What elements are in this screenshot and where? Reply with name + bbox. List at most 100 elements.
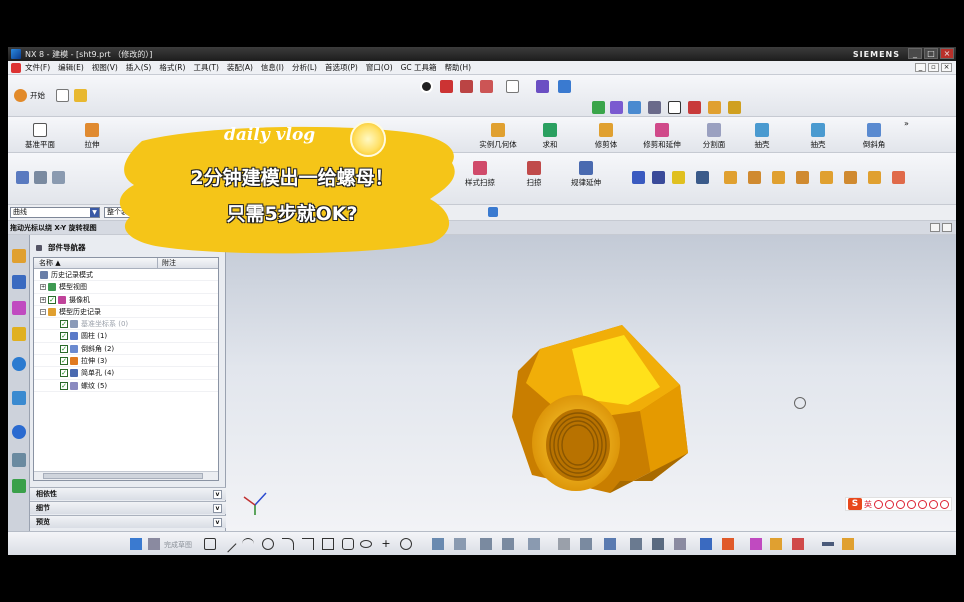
checkbox[interactable]: ✓ <box>60 357 68 366</box>
process-studio-icon[interactable] <box>12 479 26 493</box>
synchronous-icon-7[interactable] <box>868 171 881 184</box>
menu-assemblies[interactable]: 装配(A) <box>223 62 257 73</box>
grid-icon[interactable] <box>708 101 721 114</box>
synchronous-icon-2[interactable] <box>748 171 761 184</box>
coordinate-icon[interactable] <box>648 101 661 114</box>
open-file-icon[interactable] <box>74 89 87 102</box>
surface-tool-icon[interactable] <box>632 171 645 184</box>
measure-icon[interactable] <box>610 101 623 114</box>
menu-help[interactable]: 帮助(H) <box>441 62 476 73</box>
arc-icon[interactable] <box>242 538 254 550</box>
thicken-icon[interactable] <box>672 171 685 184</box>
sketch-name-icon[interactable] <box>148 538 160 550</box>
offset-curve-icon[interactable] <box>400 538 412 550</box>
block-icon[interactable] <box>52 171 65 184</box>
sketch-ruler-icon[interactable] <box>842 538 854 550</box>
offset-icon[interactable] <box>696 171 709 184</box>
pin-icon[interactable] <box>36 245 42 251</box>
ime-toolbar[interactable]: S 英 <box>845 497 952 511</box>
trim-icon[interactable] <box>480 538 492 550</box>
pen-icon[interactable] <box>652 171 665 184</box>
navigator-row[interactable]: ✓ 螺纹 (5) <box>34 380 218 392</box>
point-icon[interactable]: + <box>380 538 392 550</box>
hex-nut-model[interactable] <box>512 325 698 505</box>
shell-button-2[interactable]: 抽壳 <box>788 123 848 150</box>
sketch-style-icon[interactable] <box>822 542 834 546</box>
checkbox[interactable]: ✓ <box>48 295 56 304</box>
synchronous-icon-3[interactable] <box>772 171 785 184</box>
synchronous-icon-6[interactable] <box>844 171 857 184</box>
extend-icon[interactable] <box>502 538 514 550</box>
menu-file[interactable]: 文件(F) <box>21 62 54 73</box>
background-icon[interactable] <box>506 80 519 93</box>
close-button[interactable]: × <box>940 48 954 59</box>
system-materials-icon[interactable] <box>12 453 26 467</box>
minimize-button[interactable]: _ <box>908 48 922 59</box>
menu-analysis[interactable]: 分析(L) <box>288 62 321 73</box>
shell-button-1[interactable]: 抽壳 <box>732 123 792 150</box>
history-icon[interactable] <box>12 425 26 439</box>
ime-punctuation-icon[interactable] <box>874 499 883 509</box>
navigator-row[interactable]: + 模型视图 <box>34 281 218 294</box>
checkbox[interactable]: ✓ <box>60 344 68 353</box>
ellipse-icon[interactable] <box>360 540 372 548</box>
section-view-icon[interactable] <box>628 101 641 114</box>
checkbox[interactable]: ✓ <box>60 332 68 341</box>
new-file-icon[interactable] <box>56 89 69 102</box>
geometric-constraint-icon[interactable] <box>604 538 616 550</box>
polygon-icon[interactable] <box>342 538 354 550</box>
reuse-library-icon[interactable] <box>12 327 26 341</box>
trim-body-button[interactable]: 修剪体 <box>576 123 636 150</box>
view-maximize-button[interactable] <box>942 223 952 232</box>
synchronous-icon-1[interactable] <box>724 171 737 184</box>
navigator-row[interactable]: ✓ 基准坐标系 (0) <box>34 318 218 331</box>
shaded-icon[interactable] <box>440 80 453 93</box>
finish-sketch-label[interactable]: 完成草图 <box>164 540 192 550</box>
ime-emoji-icon[interactable] <box>885 499 894 509</box>
menu-gc-toolbox[interactable]: GC 工具箱 <box>397 62 441 73</box>
datum-plane-button[interactable]: 基准平面 <box>10 123 70 150</box>
menu-edit[interactable]: 编辑(E) <box>54 62 88 73</box>
assembly-navigator-icon[interactable] <box>12 249 26 263</box>
ime-toolbox-icon[interactable] <box>940 499 949 509</box>
dimension-icon[interactable] <box>580 538 592 550</box>
show-constraints-icon[interactable] <box>652 538 664 550</box>
instance-geometry-button[interactable]: 实例几何体 <box>468 123 528 150</box>
layer-icon[interactable] <box>558 80 571 93</box>
ime-voice-icon[interactable] <box>896 499 905 509</box>
alternate-solution-icon[interactable] <box>674 538 686 550</box>
inferred-constraint-icon[interactable] <box>700 538 712 550</box>
line-icon[interactable] <box>219 535 237 553</box>
collapse-icon[interactable]: − <box>40 308 46 315</box>
auto-constrain-icon[interactable] <box>630 538 642 550</box>
column-note-header[interactable]: 附注 <box>158 258 176 268</box>
cylinder-icon[interactable] <box>34 171 47 184</box>
constraint-navigator-icon[interactable] <box>12 275 26 289</box>
rectangle-icon[interactable] <box>322 538 334 550</box>
start-icon[interactable] <box>14 89 27 102</box>
navigator-row[interactable]: ✓ 倒斜角 (2) <box>34 343 218 356</box>
maximize-button[interactable]: □ <box>924 48 938 59</box>
navigator-row[interactable]: − 模型历史记录 <box>34 306 218 319</box>
web-browser-icon[interactable] <box>12 391 26 405</box>
orient-view-icon[interactable] <box>536 80 549 93</box>
snap-icon[interactable] <box>592 101 605 114</box>
convert-reference-icon[interactable] <box>750 538 762 550</box>
corner-icon[interactable] <box>528 538 540 550</box>
table-icon[interactable] <box>688 101 701 114</box>
constraint-icon[interactable] <box>558 538 570 550</box>
ime-language-toggle[interactable]: 英 <box>864 499 872 510</box>
circle-icon[interactable] <box>262 538 274 550</box>
view-minimize-button[interactable] <box>930 223 940 232</box>
horizontal-scrollbar[interactable] <box>34 471 218 480</box>
synchronous-icon-8[interactable] <box>892 171 905 184</box>
menu-information[interactable]: 信息(I) <box>257 62 288 73</box>
section-dependencies[interactable]: 相依性 v <box>30 487 226 500</box>
section-preview[interactable]: 预览 v <box>30 515 226 528</box>
doc-minimize-button[interactable]: _ <box>915 63 926 72</box>
create-inferred-icon[interactable] <box>722 538 734 550</box>
settings-icon[interactable] <box>728 101 741 114</box>
pattern-curve-icon[interactable] <box>432 538 444 550</box>
menu-insert[interactable]: 插入(S) <box>122 62 156 73</box>
section-details[interactable]: 细节 v <box>30 501 226 514</box>
